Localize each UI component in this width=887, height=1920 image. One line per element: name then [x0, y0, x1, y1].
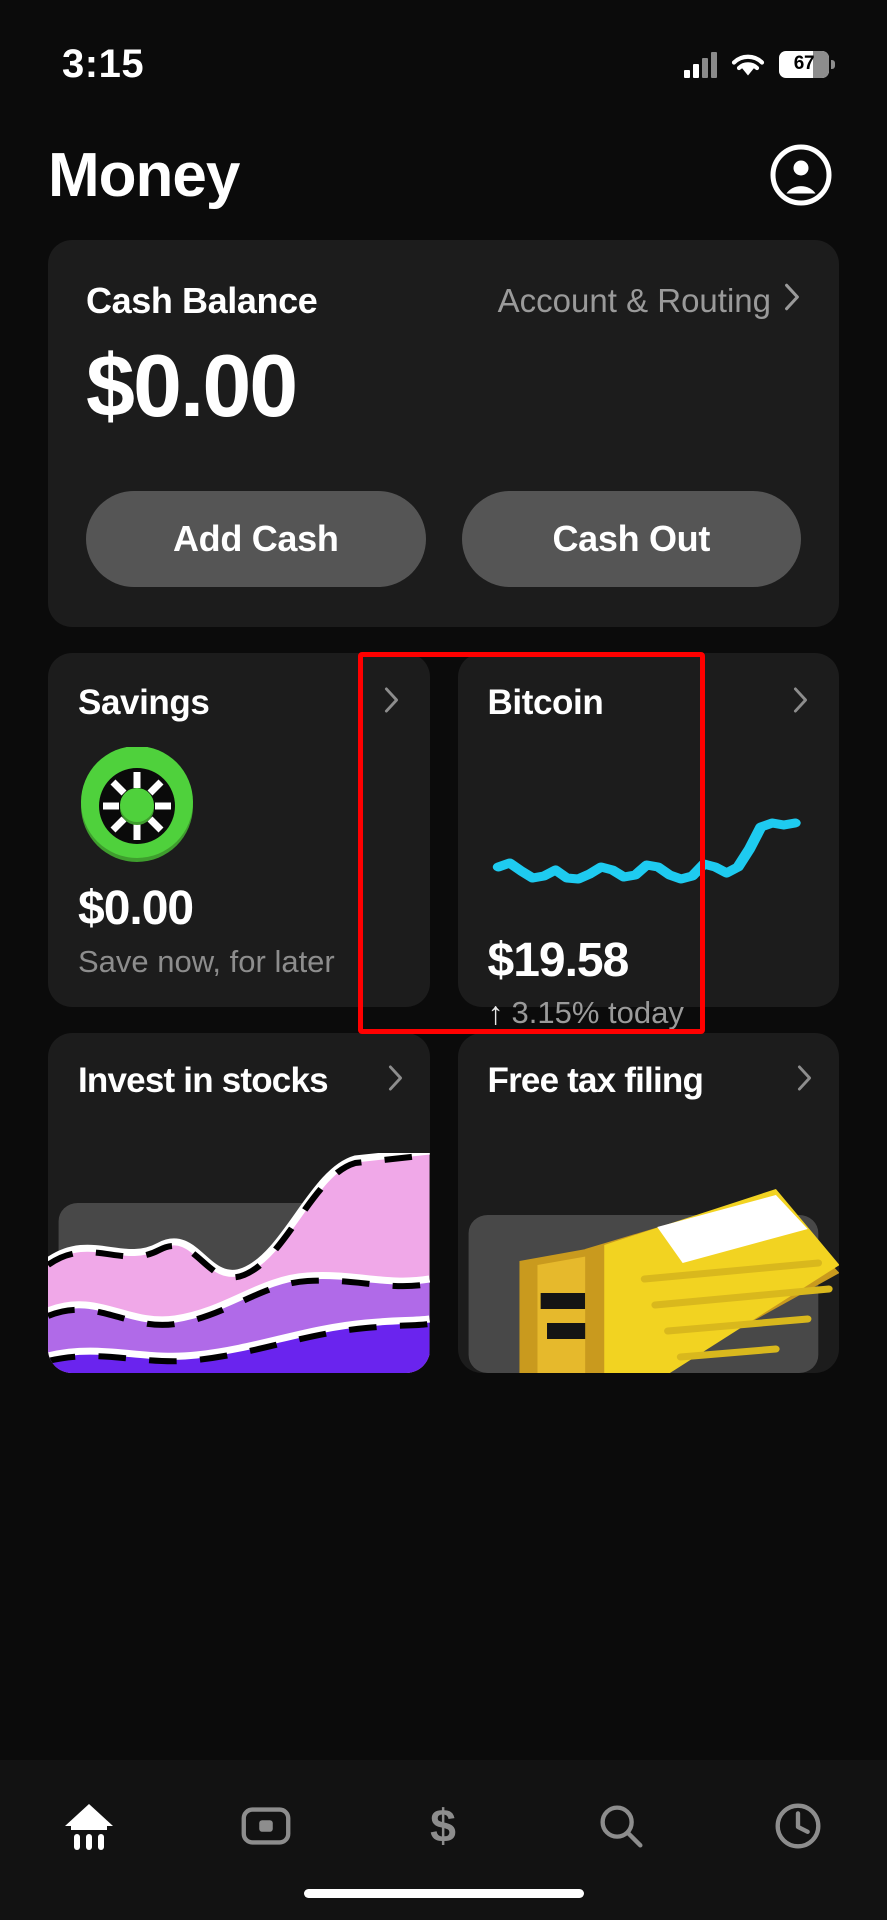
bitcoin-change: ↑ 3.15% today	[488, 995, 684, 1032]
clock-icon	[775, 1803, 821, 1849]
bitcoin-price: $19.58	[487, 933, 630, 987]
savings-bitcoin-row: Savings $0.00 Save now, for later Bitcoi…	[48, 652, 839, 1031]
bitcoin-title: Bitcoin	[487, 682, 604, 722]
account-circle-icon[interactable]	[769, 143, 833, 207]
bitcoin-card[interactable]: Bitcoin $19.58 ↑ 3.15% today	[457, 652, 839, 1031]
savings-card[interactable]: Savings $0.00 Save now, for later	[48, 652, 430, 1007]
bitcoin-card-header: Bitcoin	[488, 683, 810, 723]
free-tax-filing-card[interactable]: Free tax filing	[457, 1032, 839, 1373]
chevron-right-icon	[796, 1064, 813, 1098]
cash-balance-amount: $0.00	[86, 336, 298, 435]
page-title: Money	[48, 140, 240, 210]
savings-card-wrap: Savings $0.00 Save now, for later	[48, 652, 430, 1007]
cash-balance-card[interactable]: Cash Balance Account & Routing $0.00 Add…	[48, 240, 839, 627]
money-tab[interactable]: $	[398, 1790, 488, 1862]
tax-documents-illustration	[458, 1153, 839, 1373]
bitcoin-change-text: 3.15% today	[511, 995, 684, 1031]
chevron-right-icon	[387, 1064, 404, 1098]
tax-card-wrap: Free tax filing	[457, 1032, 839, 1373]
savings-subtitle: Save now, for later	[78, 943, 335, 979]
search-icon	[600, 1805, 643, 1848]
chevron-right-icon	[792, 686, 809, 720]
cash-out-button[interactable]: Cash Out	[461, 490, 801, 587]
savings-card-header: Savings	[78, 683, 400, 723]
invest-card-header: Invest in stocks	[78, 1061, 404, 1101]
main-content: Cash Balance Account & Routing $0.00 Add…	[0, 240, 887, 1373]
bottom-tab-bar: $	[0, 1760, 887, 1920]
cash-balance-label: Cash Balance	[86, 280, 318, 321]
chevron-right-icon	[383, 686, 400, 720]
account-routing-label: Account & Routing	[497, 282, 771, 319]
stock-chart-illustration	[48, 1147, 430, 1373]
page-header: Money	[0, 110, 887, 240]
bitcoin-card-body: $19.58 ↑ 3.15% today	[486, 723, 810, 1031]
arrow-up-icon: ↑	[487, 994, 504, 1031]
phone-screen: 3:15 67 Money Cash Balance Account & Rou…	[0, 0, 887, 1920]
status-indicators: 67	[684, 33, 835, 78]
tax-title: Free tax filing	[487, 1060, 704, 1100]
wifi-icon	[731, 52, 765, 78]
battery-level: 67	[793, 53, 815, 74]
invest-card-wrap: Invest in stocks	[48, 1032, 430, 1373]
home-tab[interactable]	[44, 1790, 134, 1862]
cash-actions: Add Cash Cash Out	[86, 490, 801, 587]
card-icon	[241, 1807, 291, 1845]
card-tab[interactable]	[221, 1790, 311, 1862]
chevron-right-icon	[783, 282, 801, 320]
search-tab[interactable]	[576, 1790, 666, 1862]
promo-row: Invest in stocks Free tax filing	[48, 1032, 839, 1373]
battery-icon: 67	[779, 50, 835, 78]
invest-in-stocks-card[interactable]: Invest in stocks	[48, 1032, 430, 1373]
bitcoin-sparkline-chart	[486, 801, 808, 921]
status-bar: 3:15 67	[0, 0, 887, 110]
tax-card-header: Free tax filing	[488, 1061, 814, 1101]
cash-app-home-icon	[64, 1804, 113, 1850]
activity-tab[interactable]	[753, 1790, 843, 1862]
invest-title: Invest in stocks	[78, 1060, 329, 1100]
add-cash-button[interactable]: Add Cash	[86, 490, 426, 587]
home-indicator	[303, 1889, 584, 1898]
account-routing-link[interactable]: Account & Routing	[498, 282, 801, 320]
vault-dial-icon	[78, 745, 196, 865]
bitcoin-card-wrap: Bitcoin $19.58 ↑ 3.15% today	[457, 652, 839, 1031]
savings-amount: $0.00	[78, 881, 194, 935]
dollar-sign-icon: $	[431, 1799, 457, 1851]
savings-title: Savings	[78, 682, 210, 722]
status-time: 3:15	[62, 41, 145, 86]
cash-balance-header: Cash Balance Account & Routing	[86, 280, 801, 322]
svg-text:$: $	[431, 1799, 457, 1851]
cellular-signal-icon	[684, 51, 717, 78]
